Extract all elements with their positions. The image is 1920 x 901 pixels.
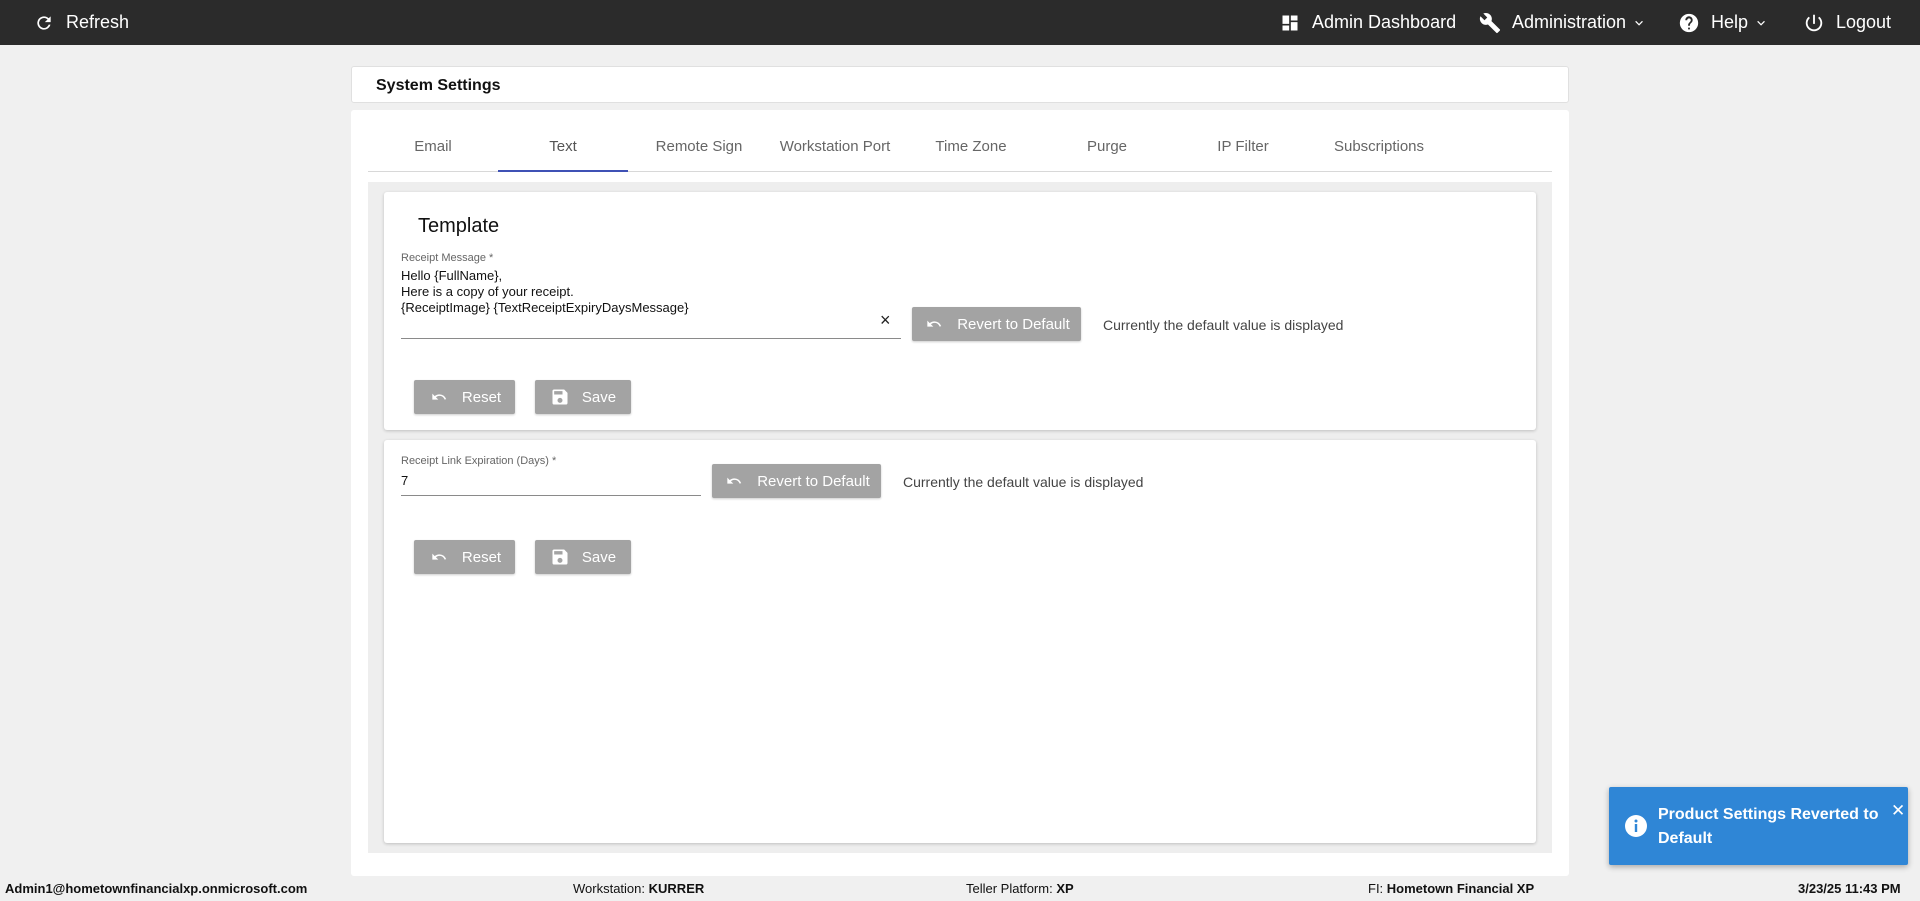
refresh-icon <box>32 11 56 35</box>
tab-subscriptions[interactable]: Subscriptions <box>1314 130 1444 172</box>
undo-icon <box>727 477 742 484</box>
page-header: System Settings <box>351 66 1569 103</box>
refresh-label: Refresh <box>66 12 130 32</box>
tab-text[interactable]: Text <box>498 130 628 172</box>
field-underline <box>401 338 901 339</box>
reset-label: Reset <box>461 548 502 566</box>
top-navbar: Refresh Admin Dashboard Administration H… <box>0 0 1920 45</box>
close-icon[interactable]: × <box>880 310 891 331</box>
logout-button[interactable]: Logout <box>1802 0 1891 45</box>
undo-icon <box>432 553 447 560</box>
administration-label: Administration <box>1512 12 1627 32</box>
undo-icon <box>432 393 447 400</box>
save-button[interactable]: Save <box>535 380 631 414</box>
chevron-down-icon <box>1757 20 1765 26</box>
help-menu[interactable]: Help <box>1677 0 1768 45</box>
status-bar: Admin1@hometownfinancialxp.onmicrosoft.c… <box>0 876 1920 901</box>
undo-icon <box>927 320 942 327</box>
datetime: 3/23/25 11:43 PM <box>1798 881 1901 896</box>
receipt-message-label: Receipt Message * <box>401 252 494 264</box>
panel-title: Template <box>418 215 500 237</box>
chevron-down-icon <box>1635 20 1643 26</box>
power-icon <box>1802 11 1826 35</box>
expiration-label: Receipt Link Expiration (Days) * <box>401 455 557 467</box>
save-icon <box>552 389 568 405</box>
fi-info: FI: Hometown Financial XP <box>1368 881 1535 896</box>
info-icon <box>1625 815 1647 837</box>
close-icon[interactable]: ✕ <box>1891 801 1905 821</box>
field-underline <box>401 495 701 496</box>
revert-to-default-button[interactable]: Revert to Default <box>912 307 1081 341</box>
help-icon <box>1677 11 1701 35</box>
settings-card: Email Text Remote Sign Workstation Port … <box>351 110 1569 876</box>
reset-label: Reset <box>461 388 502 406</box>
refresh-button[interactable]: Refresh <box>32 0 129 45</box>
tab-time-zone[interactable]: Time Zone <box>906 130 1036 172</box>
save-label: Save <box>581 548 617 566</box>
administration-menu[interactable]: Administration <box>1478 0 1646 45</box>
save-button[interactable]: Save <box>535 540 631 574</box>
settings-tabs: Email Text Remote Sign Workstation Port … <box>368 130 1552 172</box>
save-label: Save <box>581 388 617 406</box>
reset-button[interactable]: Reset <box>414 380 515 414</box>
toast-message: Product Settings Reverted to Default <box>1658 806 1879 847</box>
receipt-message-field[interactable]: Hello {FullName}, Here is a copy of your… <box>401 268 689 316</box>
default-status-text: Currently the default value is displayed <box>903 474 1144 490</box>
default-status-text: Currently the default value is displayed <box>1103 317 1344 333</box>
tab-workstation-port[interactable]: Workstation Port <box>770 130 900 172</box>
current-user: Admin1@hometownfinancialxp.onmicrosoft.c… <box>5 881 308 896</box>
logout-label: Logout <box>1836 12 1892 32</box>
admin-dashboard-link[interactable]: Admin Dashboard <box>1278 0 1456 45</box>
help-label: Help <box>1711 12 1749 32</box>
expiration-panel: Receipt Link Expiration (Days) * 7 Rever… <box>384 440 1536 843</box>
revert-label: Revert to Default <box>757 472 870 490</box>
reset-button[interactable]: Reset <box>414 540 515 574</box>
tab-purge[interactable]: Purge <box>1042 130 1172 172</box>
toast-notification: Product Settings Reverted to Default ✕ <box>1609 787 1908 865</box>
workstation-info: Workstation: KURRER <box>573 881 705 896</box>
page-title: System Settings <box>376 77 501 94</box>
tab-remote-sign[interactable]: Remote Sign <box>634 130 764 172</box>
tab-email[interactable]: Email <box>368 130 498 172</box>
revert-label: Revert to Default <box>957 315 1070 333</box>
dashboard-icon <box>1278 11 1302 35</box>
admin-dashboard-label: Admin Dashboard <box>1312 12 1457 32</box>
platform-info: Teller Platform: XP <box>966 881 1074 896</box>
wrench-icon <box>1478 11 1502 35</box>
tab-ip-filter[interactable]: IP Filter <box>1178 130 1308 172</box>
expiration-field[interactable]: 7 <box>401 473 408 489</box>
template-panel: Template Receipt Message * Hello {FullNa… <box>384 192 1536 430</box>
revert-to-default-button[interactable]: Revert to Default <box>712 464 881 498</box>
save-icon <box>552 549 568 565</box>
tab-content: Template Receipt Message * Hello {FullNa… <box>368 182 1552 853</box>
